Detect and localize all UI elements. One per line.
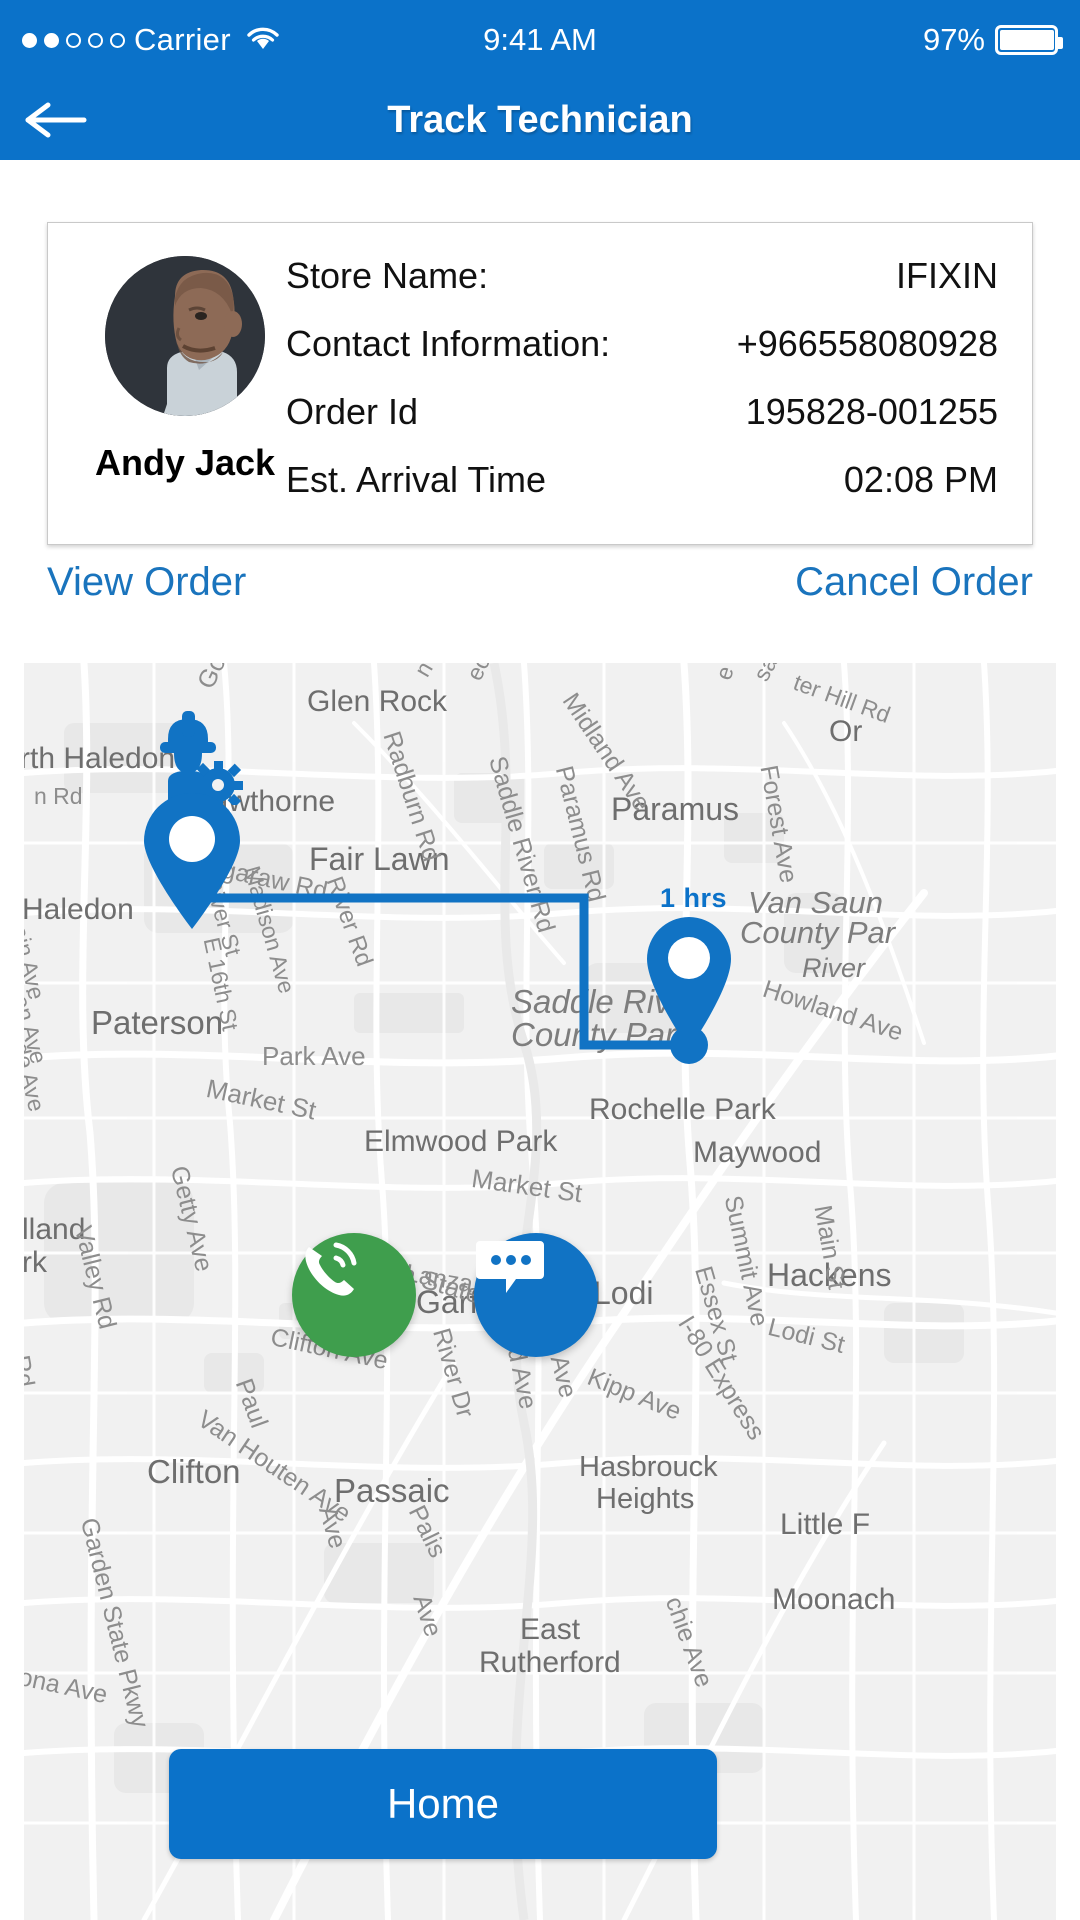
row-value: 02:08 PM: [843, 459, 998, 500]
table-row: Store Name: IFIXIN: [286, 255, 998, 323]
view-order-link[interactable]: View Order: [47, 560, 246, 605]
order-actions: View Order Cancel Order: [0, 560, 1080, 650]
order-details-table: Store Name: IFIXIN Contact Information: …: [286, 255, 998, 527]
home-button[interactable]: Home: [169, 1749, 717, 1859]
technician-name: Andy Jack: [94, 442, 276, 483]
call-button[interactable]: [292, 1233, 416, 1357]
page-title: Track Technician: [387, 99, 693, 141]
avatar: [105, 256, 265, 416]
chat-button[interactable]: [474, 1233, 598, 1357]
table-row: Order Id 195828-001255: [286, 391, 998, 459]
row-label: Store Name:: [286, 255, 489, 296]
clock-label: 9:41 AM: [483, 22, 597, 57]
phone-icon: [305, 1242, 357, 1296]
row-value: +966558080928: [736, 323, 998, 364]
cancel-order-link[interactable]: Cancel Order: [795, 560, 1033, 605]
status-bar: Carrier 9:41 AM 97%: [0, 0, 1080, 80]
app-header: Track Technician: [0, 80, 1080, 160]
row-label: Est. Arrival Time: [286, 459, 547, 500]
technician-identity: Andy Jack: [75, 256, 295, 484]
row-value: IFIXIN: [895, 255, 998, 296]
row-value: 195828-001255: [745, 391, 998, 432]
tracking-map[interactable]: Glen Rock rth Haledon Hawthorne Paramus Fair…: [24, 663, 1056, 1920]
status-bar-right: 97%: [922, 0, 1063, 80]
table-row: Contact Information: +966558080928: [286, 323, 998, 391]
technician-info-card: Andy Jack Store Name: IFIXIN Contact Inf…: [47, 222, 1033, 545]
row-label: Order Id: [286, 391, 419, 432]
table-row: Est. Arrival Time 02:08 PM: [286, 459, 998, 527]
eta-badge: 1 hrs: [660, 883, 728, 913]
chat-bubble-icon: [476, 1241, 544, 1293]
battery-icon: [995, 25, 1063, 55]
row-label: Contact Information:: [286, 323, 611, 364]
battery-percent-label: 97%: [922, 22, 985, 57]
